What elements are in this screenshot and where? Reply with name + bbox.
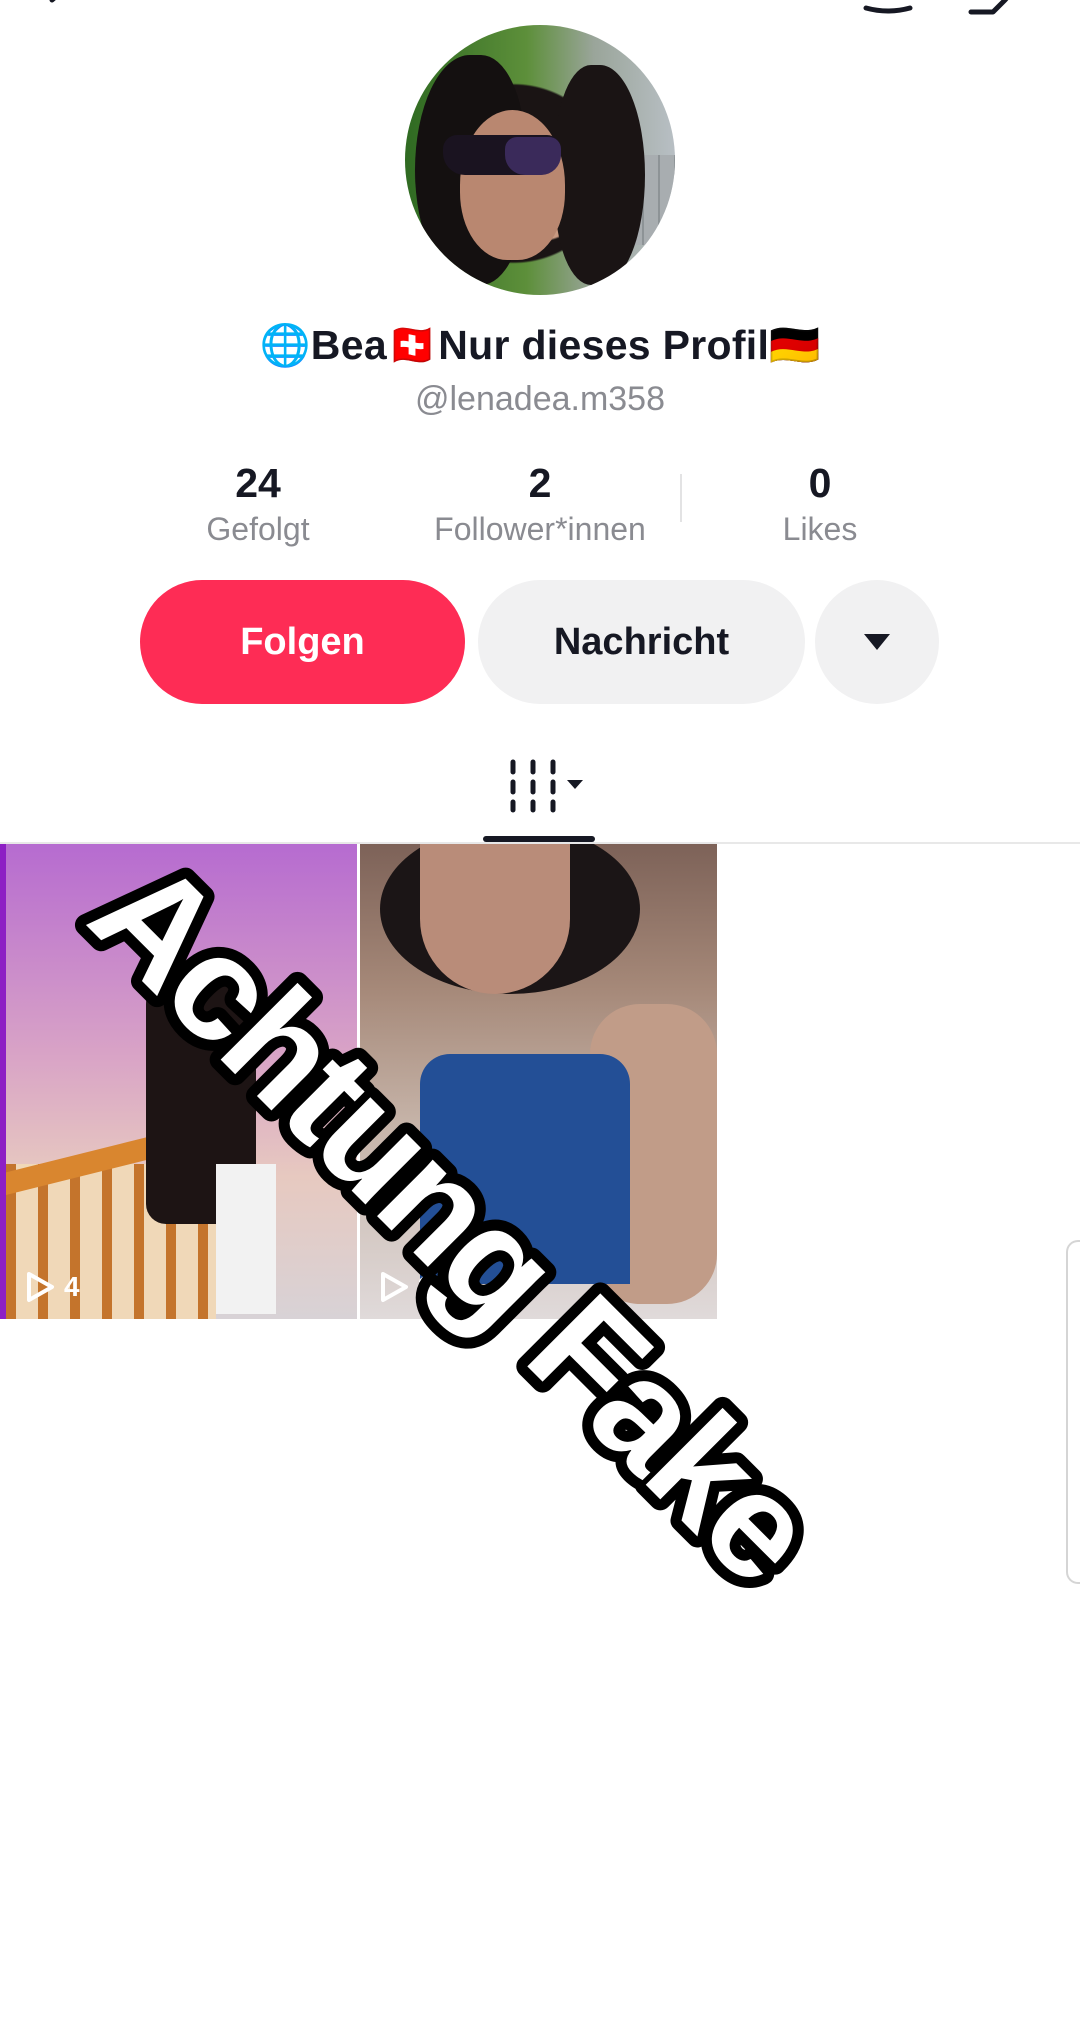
avatar[interactable] (405, 25, 675, 295)
play-count: 3 (378, 1271, 434, 1303)
tab-videos[interactable] (505, 758, 595, 818)
content-tabs (0, 740, 1080, 844)
likes-count: 0 (808, 460, 832, 506)
caret-down-icon (864, 634, 890, 650)
grid-icon (510, 759, 583, 813)
followers-count: 2 (528, 460, 552, 506)
video-thumbnail[interactable]: 4 (0, 844, 357, 1319)
play-count: 4 (24, 1271, 80, 1303)
username: @lenadea.m358 (414, 380, 666, 418)
follow-button[interactable]: Folgen (140, 580, 465, 704)
play-icon (27, 1272, 54, 1302)
followers-label: Follower*innen (434, 511, 646, 547)
share-icon[interactable] (965, 0, 1025, 22)
stat-followers[interactable]: 2 Follower*innen (400, 460, 680, 548)
more-button[interactable] (815, 580, 939, 704)
following-label: Gefolgt (206, 511, 310, 547)
stat-following[interactable]: 24 Gefolgt (158, 460, 358, 548)
play-icon (381, 1272, 408, 1302)
play-count-value: 3 (418, 1271, 434, 1302)
stat-divider (680, 474, 682, 522)
tab-active-indicator (483, 836, 595, 842)
following-count: 24 (235, 460, 281, 506)
stat-likes[interactable]: 0 Likes (720, 460, 920, 548)
message-button[interactable]: Nachricht (478, 580, 805, 704)
video-thumbnail[interactable]: 3 (360, 844, 717, 1319)
bell-icon[interactable] (858, 0, 918, 22)
back-icon[interactable] (40, 0, 80, 16)
play-count-value: 4 (64, 1271, 80, 1302)
likes-label: Likes (782, 511, 858, 547)
scrollbar[interactable] (1066, 1240, 1080, 1584)
display-name: 🌐Bea🇨🇭Nur dieses Profil🇩🇪 (259, 322, 821, 368)
